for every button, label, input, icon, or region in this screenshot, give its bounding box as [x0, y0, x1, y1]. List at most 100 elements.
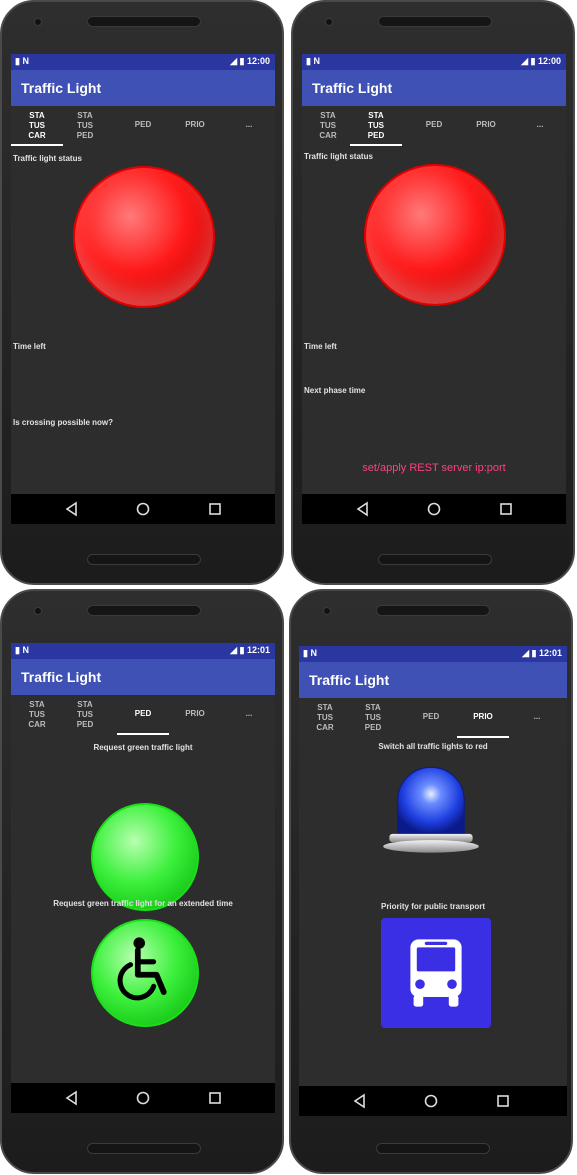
front-camera: [325, 18, 333, 26]
recent-square-icon[interactable]: [495, 1093, 511, 1109]
app-screen: ▮ N ◢ ▮ 12:00 Traffic Light STA TUS CAR ST…: [11, 54, 275, 524]
app-title: Traffic Light: [309, 672, 390, 688]
tab-bar: STA TUS CAR STA TUS PED PED PRIO ...: [11, 695, 275, 735]
app-bar: Traffic Light: [302, 70, 566, 106]
back-triangle-icon[interactable]: [355, 501, 371, 517]
navigation-bar: [302, 494, 566, 524]
app-screen: ▮ N ◢ ▮ 12:00 Traffic Light STA TUS CAR ST…: [302, 54, 566, 524]
signal-battery-icon: ◢ ▮: [522, 648, 537, 658]
front-camera: [34, 18, 42, 26]
pedestrian-traffic-light: [364, 164, 506, 306]
request-green-button[interactable]: [91, 803, 199, 911]
earpiece-speaker: [378, 16, 492, 27]
tab-prio[interactable]: PRIO: [169, 699, 221, 733]
traffic-light-status-label: Traffic light status: [304, 152, 373, 161]
app-bar: Traffic Light: [11, 659, 275, 695]
earpiece-speaker: [376, 605, 490, 616]
app-title: Traffic Light: [21, 80, 102, 96]
switch-all-red-label: Switch all traffic lights to red: [378, 742, 488, 751]
back-triangle-icon[interactable]: [64, 501, 80, 517]
tab-prio[interactable]: PRIO: [169, 110, 221, 144]
request-green-label: Request green traffic light: [93, 743, 193, 752]
public-transport-button[interactable]: [381, 918, 491, 1028]
bus-icon: [410, 939, 462, 1007]
tab-ped[interactable]: PED: [117, 110, 169, 144]
tab-bar: STA TUS CAR STA TUS PED PED PRIO ...: [299, 698, 567, 738]
set-rest-server-button[interactable]: set/apply REST server ip:port: [302, 462, 566, 474]
recent-square-icon[interactable]: [498, 501, 514, 517]
front-camera: [323, 607, 331, 615]
home-circle-icon[interactable]: [423, 1093, 439, 1109]
app-screen: ▮ N ◢ ▮ 12:01 Traffic Light STA TUS CAR ST…: [11, 643, 275, 1113]
front-camera: [34, 607, 42, 615]
phone-frame-status-car: ▮ N ◢ ▮ 12:00 Traffic Light STA TUS CAR ST…: [0, 0, 284, 585]
tab-bar: STA TUS CAR STA TUS PED PED PRIO ...: [11, 106, 275, 146]
clock: ◢ ▮ 12:00: [230, 56, 270, 66]
tab-status-car[interactable]: STA TUS CAR: [302, 110, 354, 144]
tab-status-ped[interactable]: STA TUS PED: [59, 699, 111, 733]
app-title: Traffic Light: [21, 669, 102, 685]
request-extended-green-label: Request green traffic light for an exten…: [53, 899, 233, 908]
phone-frame-status-ped: ▮ N ◢ ▮ 12:00 Traffic Light STA TUS CAR ST…: [291, 0, 575, 585]
clock: ◢ ▮ 12:00: [521, 56, 561, 66]
siren-icon[interactable]: [379, 756, 483, 866]
back-triangle-icon[interactable]: [64, 1090, 80, 1106]
app-title: Traffic Light: [312, 80, 393, 96]
notification-icons: ▮ N: [15, 56, 29, 66]
status-bar: ▮ N ◢ ▮ 12:00: [302, 54, 566, 70]
phone-frame-ped: ▮ N ◢ ▮ 12:01 Traffic Light STA TUS CAR ST…: [0, 589, 284, 1174]
clock: ◢ ▮ 12:01: [522, 648, 562, 658]
phone-frame-prio: ▮ N ◢ ▮ 12:01 Traffic Light STA TUS CAR ST…: [289, 589, 573, 1174]
tab-bar: STA TUS CAR STA TUS PED PED PRIO ...: [302, 106, 566, 146]
tab-status-car[interactable]: STA TUS CAR: [299, 702, 351, 736]
tab-more[interactable]: ...: [514, 110, 566, 144]
tab-status-ped[interactable]: STA TUS PED: [350, 110, 402, 146]
earpiece-speaker: [87, 16, 201, 27]
app-bar: Traffic Light: [299, 662, 567, 698]
tab-more[interactable]: ...: [223, 110, 275, 144]
navigation-bar: [11, 494, 275, 524]
navigation-bar: [299, 1086, 567, 1116]
tab-status-ped[interactable]: STA TUS PED: [347, 702, 399, 736]
bottom-speaker: [376, 1143, 490, 1154]
signal-battery-icon: ◢ ▮: [521, 56, 536, 66]
earpiece-speaker: [87, 605, 201, 616]
tab-status-car[interactable]: STA TUS CAR: [11, 110, 63, 146]
status-bar: ▮ N ◢ ▮ 12:01: [299, 646, 567, 662]
recent-square-icon[interactable]: [207, 501, 223, 517]
signal-battery-icon: ◢ ▮: [230, 56, 245, 66]
home-circle-icon[interactable]: [135, 1090, 151, 1106]
status-bar: ▮ N ◢ ▮ 12:01: [11, 643, 275, 659]
time-left-label: Time left: [304, 342, 337, 351]
tab-ped[interactable]: PED: [405, 702, 457, 736]
navigation-bar: [11, 1083, 275, 1113]
tab-ped[interactable]: PED: [117, 699, 169, 735]
request-extended-green-button[interactable]: [91, 919, 199, 1027]
notification-icons: ▮ N: [306, 56, 320, 66]
tab-ped[interactable]: PED: [408, 110, 460, 144]
next-phase-time-label: Next phase time: [304, 386, 366, 395]
tab-more[interactable]: ...: [223, 699, 275, 733]
bottom-speaker: [87, 1143, 201, 1154]
traffic-light-status-label: Traffic light status: [13, 154, 82, 163]
wheelchair-icon: [117, 937, 167, 1001]
recent-square-icon[interactable]: [207, 1090, 223, 1106]
bottom-speaker: [87, 554, 201, 565]
home-circle-icon[interactable]: [135, 501, 151, 517]
home-circle-icon[interactable]: [426, 501, 442, 517]
public-transport-priority-label: Priority for public transport: [380, 902, 485, 911]
notification-icons: ▮ N: [15, 645, 29, 655]
tab-status-car[interactable]: STA TUS CAR: [11, 699, 63, 733]
tab-status-ped[interactable]: STA TUS PED: [59, 110, 111, 144]
clock: ◢ ▮ 12:01: [230, 645, 270, 655]
tab-more[interactable]: ...: [511, 702, 563, 736]
signal-battery-icon: ◢ ▮: [230, 645, 245, 655]
tab-prio[interactable]: PRIO: [460, 110, 512, 144]
time-left-label: Time left: [13, 342, 46, 351]
bottom-speaker: [378, 554, 492, 565]
notification-icons: ▮ N: [303, 648, 317, 658]
back-triangle-icon[interactable]: [352, 1093, 368, 1109]
crossing-possible-label: Is crossing possible now?: [13, 418, 114, 427]
app-bar: Traffic Light: [11, 70, 275, 106]
tab-prio[interactable]: PRIO: [457, 702, 509, 738]
